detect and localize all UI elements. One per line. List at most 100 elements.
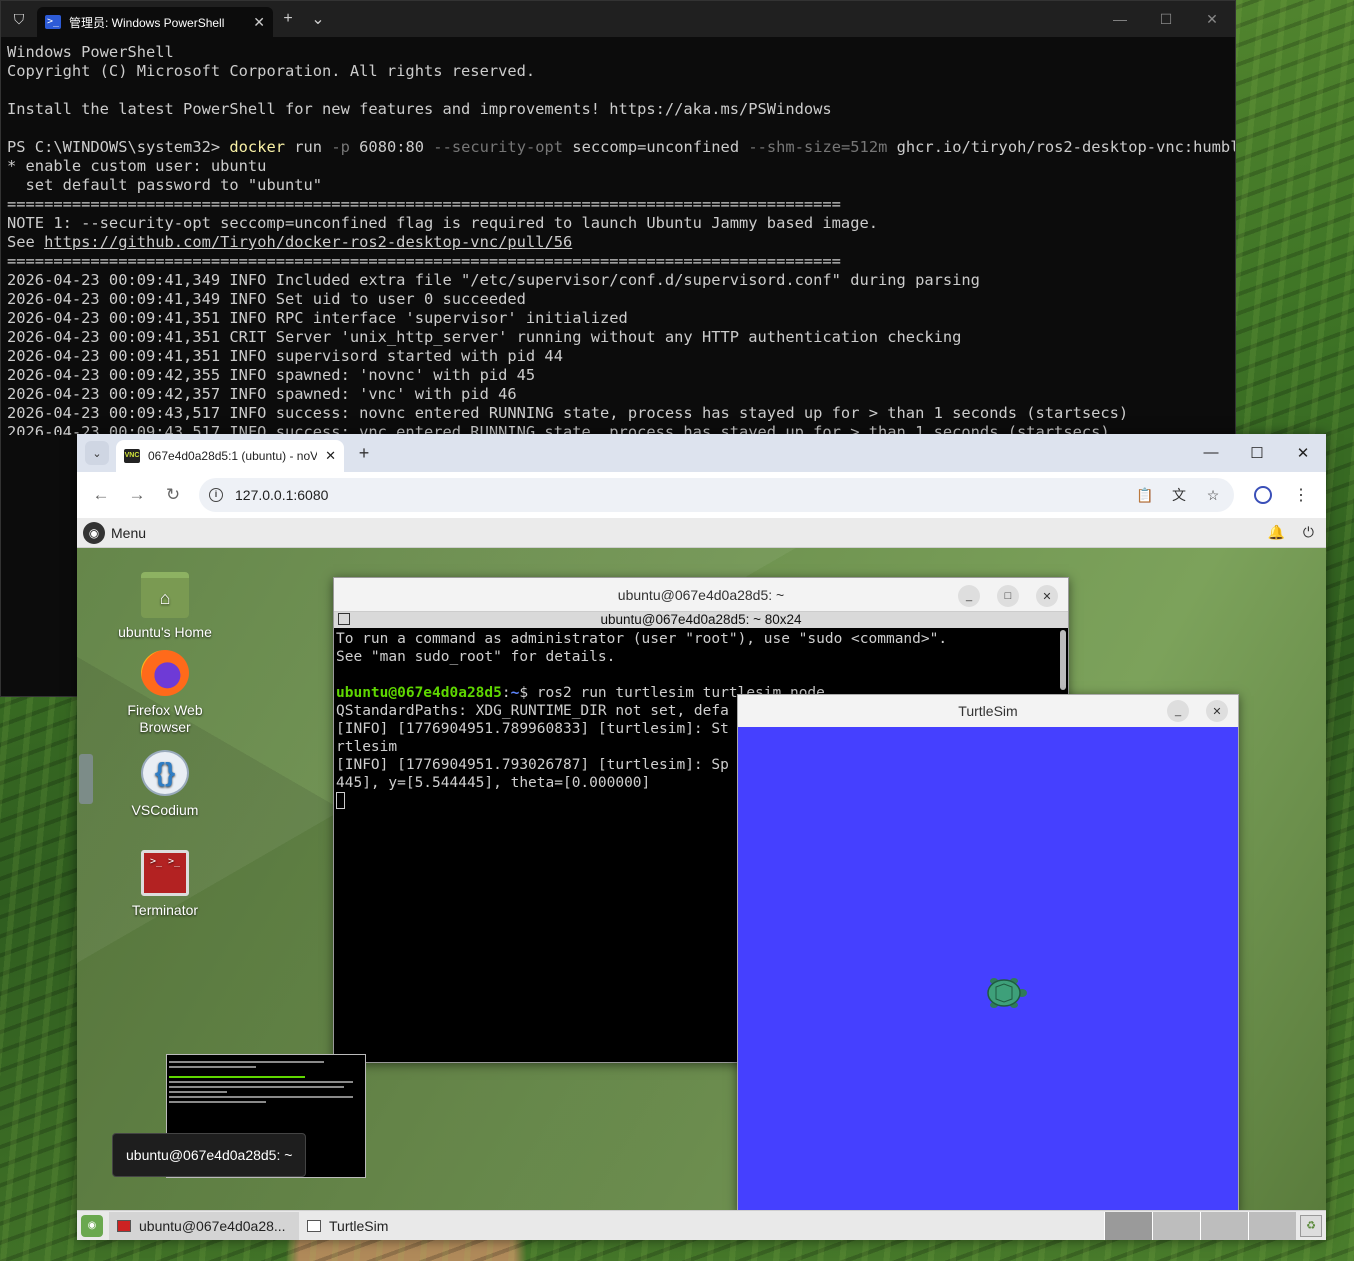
taskbar-item-label: TurtleSim — [329, 1217, 389, 1234]
address-bar[interactable]: i 127.0.0.1:6080 📋 文 ☆ — [199, 478, 1234, 512]
new-tab-button[interactable]: + — [273, 10, 303, 28]
bookmark-star-icon[interactable]: ☆ — [1202, 487, 1224, 504]
powershell-console[interactable]: Windows PowerShell Copyright (C) Microsof… — [1, 37, 1235, 435]
terminal-subtitle-bar: ubuntu@067e4d0a28d5: ~ 80x24 — [334, 612, 1068, 628]
maximize-button[interactable]: ☐ — [1234, 444, 1280, 462]
terminal-titlebar[interactable]: ubuntu@067e4d0a28d5: ~ _ □ ✕ — [334, 578, 1068, 612]
taskbar-item-turtlesim[interactable]: TurtleSim — [299, 1212, 396, 1240]
remote-desktop[interactable]: ⌂ ubuntu's Home Firefox Web Browser {} V… — [77, 548, 1326, 1214]
url-text[interactable]: 127.0.0.1:6080 — [235, 487, 1122, 503]
log-line: 2026-04-23 00:09:42,355 INFO spawned: 'n… — [7, 366, 536, 384]
close-button[interactable]: ✕ — [1280, 444, 1326, 462]
workspace-4[interactable] — [1248, 1211, 1296, 1240]
workspace-3[interactable] — [1200, 1211, 1248, 1240]
maximize-button[interactable]: □ — [997, 585, 1019, 607]
workspace-2[interactable] — [1152, 1211, 1200, 1240]
turtlesim-titlebar[interactable]: TurtleSim _ ✕ — [738, 695, 1238, 727]
power-icon[interactable]: ⏻ — [1303, 524, 1314, 541]
workspace-switcher[interactable] — [1104, 1211, 1296, 1240]
bell-icon[interactable]: 🔔 — [1267, 524, 1284, 541]
console-separator: ========================================… — [7, 195, 841, 213]
desktop-icon-terminator[interactable]: >_ >_ Terminator — [105, 850, 225, 919]
console-line: See https://github.com/Tiryoh/docker-ros… — [7, 233, 1229, 252]
browser-menu-icon[interactable]: ⋮ — [1284, 485, 1318, 505]
console-line: Copyright (C) Microsoft Corporation. All… — [7, 62, 536, 80]
ubuntu-logo-icon[interactable]: ◉ — [83, 521, 105, 544]
show-desktop-icon[interactable]: ◉ — [81, 1214, 103, 1237]
clipboard-icon[interactable]: 📋 — [1134, 487, 1156, 504]
minimize-button[interactable]: _ — [1167, 700, 1189, 722]
mate-top-panel: ◉ Menu 🔔 ⏻ — [77, 518, 1326, 548]
maximize-button[interactable]: ☐ — [1143, 1, 1189, 37]
desktop-icon-home[interactable]: ⌂ ubuntu's Home — [105, 572, 225, 641]
desktop-icon-firefox[interactable]: Firefox Web Browser — [105, 650, 225, 736]
terminal-cursor — [336, 792, 345, 809]
terminal-grid-icon[interactable] — [338, 613, 350, 625]
reload-button[interactable]: ↻ — [157, 485, 189, 505]
terminal-line: See "man sudo_root" for details. — [336, 649, 616, 665]
forward-button[interactable]: → — [121, 485, 153, 505]
desktop-icon-label: VSCodium — [131, 802, 199, 818]
minimize-button[interactable]: — — [1188, 444, 1234, 462]
novnc-sidebar-handle[interactable] — [79, 754, 93, 804]
turtle-icon — [987, 978, 1027, 1008]
close-button[interactable]: ✕ — [1189, 1, 1235, 37]
close-tab-icon[interactable]: ✕ — [253, 14, 265, 31]
powershell-tab-title: 管理员: Windows PowerShell — [69, 15, 225, 30]
vnc-viewport[interactable]: ◉ Menu 🔔 ⏻ ⌂ ubuntu's Home Firefox Web B… — [77, 518, 1326, 1240]
menu-button[interactable]: Menu — [111, 525, 146, 541]
tab-search-button[interactable]: ⌄ — [85, 441, 109, 465]
workspace-1[interactable] — [1104, 1211, 1152, 1240]
new-tab-button[interactable]: + — [344, 443, 384, 464]
profile-icon[interactable] — [1254, 486, 1272, 504]
close-button[interactable]: ✕ — [1206, 700, 1228, 722]
turtlesim-window[interactable]: TurtleSim _ ✕ — [737, 694, 1239, 1214]
log-line: 2026-04-23 00:09:41,351 INFO RPC interfa… — [7, 309, 628, 327]
prompt-sep: : — [501, 685, 511, 701]
minimize-button[interactable]: — — [1097, 1, 1143, 37]
site-info-icon[interactable]: i — [209, 488, 223, 502]
desktop-icon-vscodium[interactable]: {} VSCodium — [105, 750, 225, 819]
desktop-icon-label: Firefox Web Browser — [127, 702, 203, 735]
powershell-titlebar[interactable]: ⛉ >_ 管理员: Windows PowerShell ✕ + ⌄ — ☐ ✕ — [1, 1, 1235, 37]
console-command-line: PS C:\WINDOWS\system32> docker run -p 60… — [7, 138, 1235, 157]
admin-shield-icon: ⛉ — [13, 10, 25, 27]
vscodium-icon: {} — [141, 750, 189, 796]
close-button[interactable]: ✕ — [1036, 585, 1058, 607]
cmd-image: ghcr.io/tiryoh/ros2-desktop-vnc:humble — [887, 138, 1235, 156]
log-line: 2026-04-23 00:09:41,349 INFO Set uid to … — [7, 290, 526, 308]
cmd-flag-p: -p — [331, 138, 350, 156]
minimize-button[interactable]: _ — [958, 585, 980, 607]
log-line: 2026-04-23 00:09:41,349 INFO Included ex… — [7, 271, 980, 289]
back-button[interactable]: ← — [85, 485, 117, 505]
translate-icon[interactable]: 文 — [1168, 485, 1190, 505]
turtlesim-canvas — [738, 727, 1238, 1213]
cmd-flag-security: --security-opt — [433, 138, 564, 156]
browser-toolbar: ← → ↻ i 127.0.0.1:6080 📋 文 ☆ ⋮ — [77, 472, 1326, 518]
browser-tab-novnc[interactable]: VNC 067e4d0a28d5:1 (ubuntu) - noVNC ✕ — [116, 440, 344, 472]
taskbar-item-label: ubuntu@067e4d0a28... — [139, 1217, 286, 1234]
close-tab-icon[interactable]: ✕ — [325, 448, 336, 464]
taskbar-item-terminal[interactable]: ubuntu@067e4d0a28... — [109, 1211, 299, 1240]
log-line: 2026-04-23 00:09:42,357 INFO spawned: 'v… — [7, 385, 517, 403]
turtlesim-title: TurtleSim — [958, 703, 1018, 719]
window-icon — [307, 1219, 321, 1232]
cmd-port: 6080:80 — [349, 138, 434, 156]
cmd-docker: docker — [229, 138, 285, 156]
terminal-scrollbar[interactable] — [1060, 630, 1066, 690]
github-link[interactable]: https://github.com/Tiryoh/docker-ros2-de… — [44, 233, 572, 251]
browser-window[interactable]: ⌄ VNC 067e4d0a28d5:1 (ubuntu) - noVNC ✕ … — [77, 434, 1326, 1240]
browser-tab-title: 067e4d0a28d5:1 (ubuntu) - noVNC — [148, 449, 318, 463]
desktop-icon-label: ubuntu's Home — [118, 624, 212, 640]
desktop-icon-label: Terminator — [131, 902, 199, 918]
console-line: set default password to "ubuntu" — [7, 176, 323, 194]
trash-icon[interactable]: ♻ — [1300, 1214, 1322, 1237]
prompt-end: $ — [519, 685, 537, 701]
powershell-icon: >_ — [45, 15, 61, 29]
tab-dropdown-button[interactable]: ⌄ — [303, 9, 333, 29]
browser-tabbar[interactable]: ⌄ VNC 067e4d0a28d5:1 (ubuntu) - noVNC ✕ … — [77, 434, 1326, 472]
powershell-tab[interactable]: >_ 管理员: Windows PowerShell ✕ — [37, 7, 273, 37]
